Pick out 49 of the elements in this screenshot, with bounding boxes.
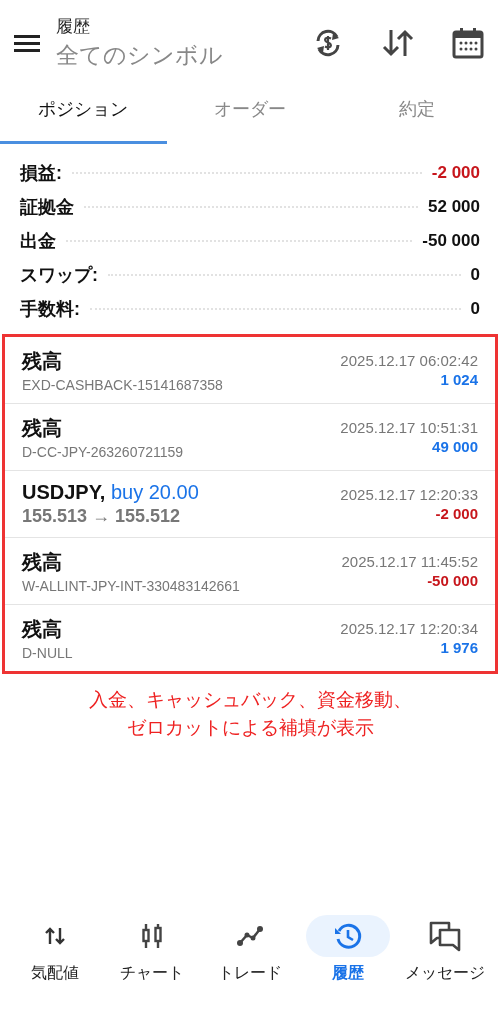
chat-bubbles-icon (428, 920, 463, 952)
entry-amount: 1 024 (440, 371, 478, 388)
candlestick-icon (141, 923, 164, 949)
entry-time: 2025.12.17 06:02:42 (340, 352, 478, 369)
nav-item[interactable]: 気配値 (8, 915, 101, 984)
summary-label: 証拠金 (20, 196, 74, 219)
summary-label: 手数料: (20, 298, 80, 321)
entry-amount: -2 000 (435, 505, 478, 522)
entry-time: 2025.12.17 12:20:33 (340, 486, 478, 503)
summary-label: 出金 (20, 230, 56, 253)
entry-time: 2025.12.17 10:51:31 (340, 419, 478, 436)
summary-value: 52 000 (428, 197, 480, 217)
entry-time: 2025.12.17 11:45:52 (341, 553, 478, 570)
screen-title: 履歴 (56, 16, 91, 38)
entry-time: 2025.12.17 12:20:34 (340, 620, 478, 637)
calendar-icon[interactable] (452, 27, 484, 59)
nav-item[interactable]: チャート (106, 915, 199, 984)
tab[interactable]: オーダー (166, 76, 334, 144)
summary-label: スワップ: (20, 264, 98, 287)
trade-title: USDJPY, buy 20.00 (22, 481, 199, 504)
arrows-up-down-icon (43, 926, 66, 946)
entry-title: 残高 (22, 415, 63, 441)
entry-comment: D-CC-JPY-263260721159 (22, 443, 184, 460)
summary-label: 損益: (20, 162, 62, 185)
summary-value: -50 000 (422, 231, 480, 251)
entry-title: 残高 (22, 616, 63, 642)
symbol-filter[interactable]: 全てのシンボル (56, 40, 312, 71)
tab[interactable]: 約定 (333, 76, 500, 144)
entry-title: 残高 (22, 348, 63, 374)
history-icon (333, 922, 362, 950)
summary-value: 0 (470, 299, 480, 319)
menu-icon[interactable] (14, 33, 40, 53)
summary-value: 0 (470, 265, 480, 285)
sort-icon[interactable] (382, 28, 414, 58)
entry-comment: W-ALLINT-JPY-INT-330483142661 (22, 577, 240, 594)
entry-amount: 1 976 (440, 639, 478, 656)
tab[interactable]: ポジション (0, 76, 167, 144)
summary-value: -2 000 (431, 163, 480, 183)
annotation-text: ゼロカットによる補填が表示 (126, 716, 374, 740)
trade-prices: 155.513 → 155.512 (22, 506, 182, 527)
entry-comment: D-NULL (22, 644, 73, 661)
entry-amount: -50 000 (427, 572, 478, 589)
nav-item[interactable]: メッセージ (399, 915, 492, 984)
annotation-text: 入金、キャッシュバック、資金移動、 (88, 688, 412, 712)
nav-item[interactable]: トレード (204, 915, 296, 984)
entry-amount: 49 000 (432, 438, 478, 455)
entry-comment: EXD-CASHBACK-15141687358 (22, 376, 223, 393)
entry-title: 残高 (22, 549, 63, 575)
line-chart-icon (236, 925, 264, 947)
